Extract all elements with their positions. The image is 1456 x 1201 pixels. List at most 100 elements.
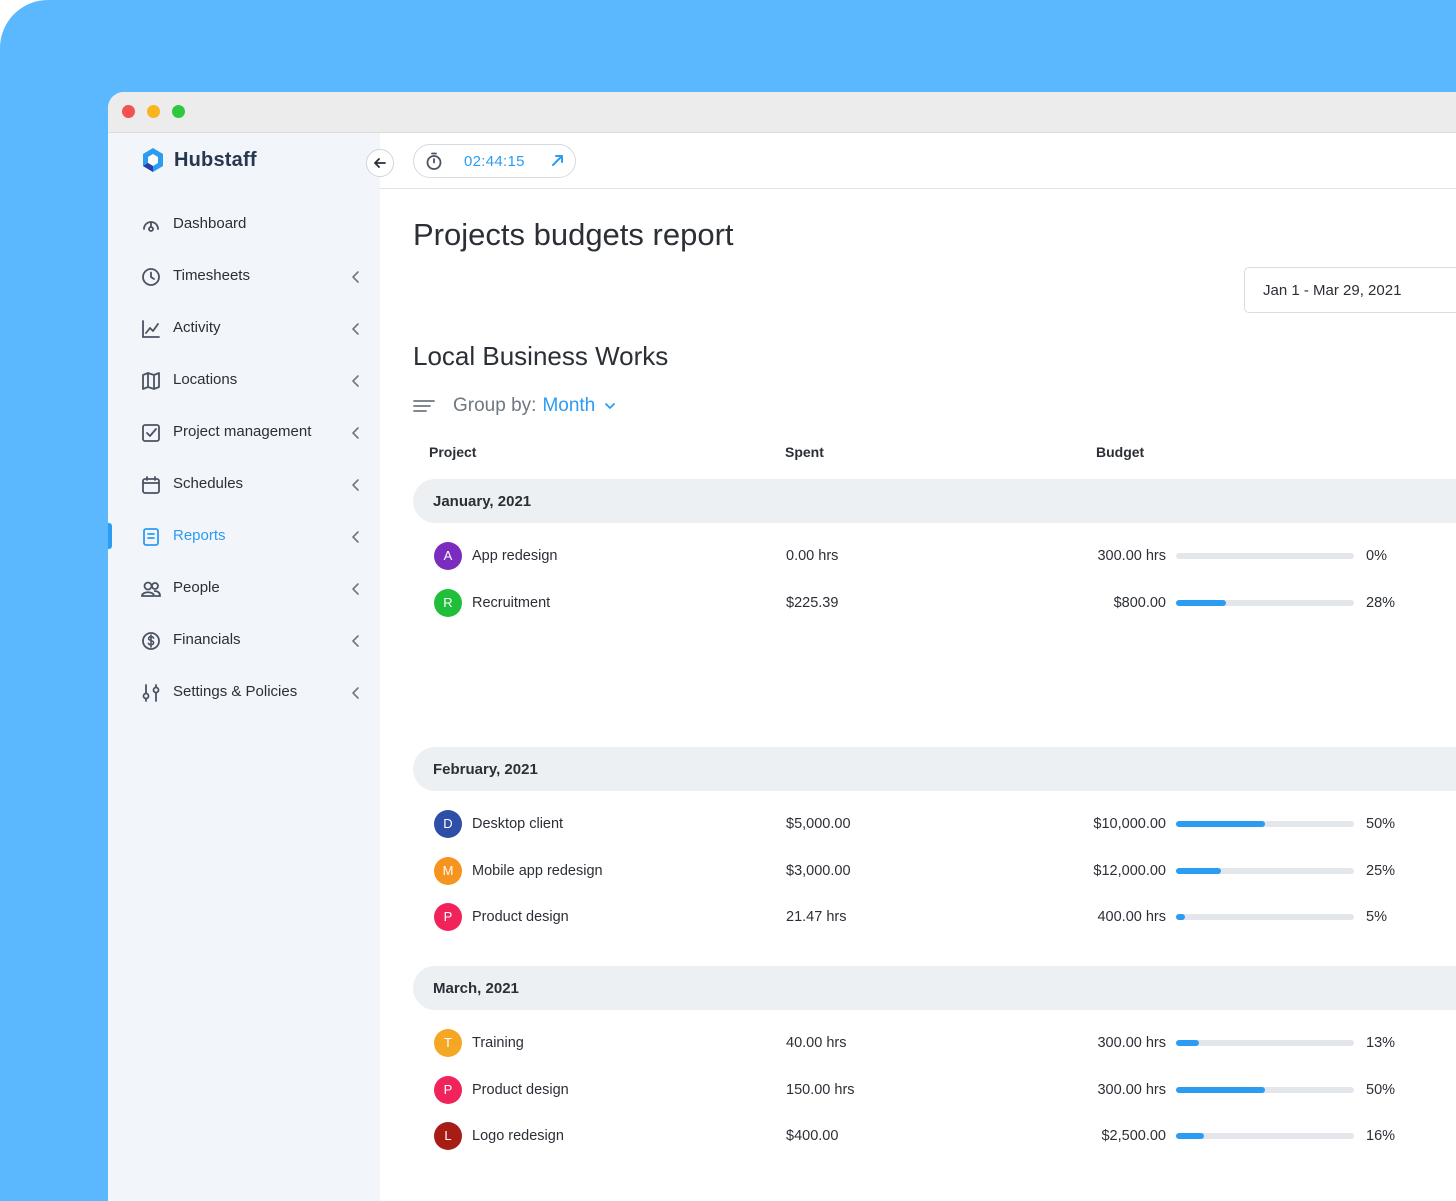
organization-name: Local Business Works — [413, 341, 669, 371]
project-avatar: M — [434, 856, 462, 885]
budget-percent: 5% — [1366, 909, 1387, 925]
sidebar-item-locations[interactable]: Locations — [108, 355, 380, 407]
hubstaff-logo-icon — [143, 148, 163, 172]
sidebar-item-dashboard[interactable]: Dashboard — [108, 199, 380, 251]
collapse-sidebar-button[interactable] — [366, 149, 394, 177]
sidebar-item-financials[interactable]: Financials — [108, 615, 380, 667]
sidebar-item-timesheets[interactable]: Timesheets — [108, 251, 380, 303]
group-label: March, 2021 — [433, 980, 519, 997]
group-by-value[interactable]: Month — [542, 395, 595, 417]
group-by-control[interactable]: Group by: Month — [413, 395, 617, 417]
sidebar-item-label: Schedules — [173, 475, 244, 492]
sidebar-item-activity[interactable]: Activity — [108, 303, 380, 355]
logo-text: Hubstaff — [174, 148, 257, 171]
map-icon — [142, 372, 160, 390]
budget-value: 300.00 hrs — [1097, 1081, 1166, 1098]
maximize-window-button[interactable] — [172, 105, 185, 118]
chevron-left-icon — [352, 375, 359, 387]
project-name[interactable]: Recruitment — [472, 595, 550, 611]
sidebar-nav: Dashboard Timesheets Activity Locations Proj… — [108, 199, 380, 719]
close-window-button[interactable] — [122, 105, 135, 118]
date-range-picker[interactable]: Jan 1 - Mar 29, 2021 — [1244, 267, 1456, 313]
budget-progress-bar — [1176, 914, 1354, 920]
project-name[interactable]: Product design — [472, 909, 569, 925]
spent-value: $225.39 — [786, 594, 839, 611]
project-avatar: D — [434, 810, 462, 838]
app-window: Hubstaff Dashboard Timesheets Activity Loca… — [108, 92, 1456, 1201]
sliders-icon — [142, 684, 160, 702]
group-header: March, 2021 — [413, 966, 1456, 1010]
sidebar-item-people[interactable]: People — [108, 563, 380, 615]
people-icon — [141, 581, 161, 597]
budget-progress-fill — [1176, 599, 1226, 606]
table-row[interactable]: P Product design 150.00 hrs 300.00 hrs 50% — [380, 1075, 1456, 1106]
group-header: January, 2021 — [413, 479, 1456, 523]
arrow-up-right-icon[interactable] — [550, 152, 566, 168]
group-by-label: Group by: — [453, 395, 537, 416]
calendar-icon — [142, 476, 160, 494]
chevron-left-icon — [352, 427, 359, 439]
sidebar-item-label: Financials — [173, 631, 241, 648]
budget-progress-fill — [1176, 867, 1221, 874]
sidebar-item-settings-policies[interactable]: Settings & Policies — [108, 667, 380, 719]
project-avatar: L — [434, 1122, 462, 1150]
spent-value: 40.00 hrs — [786, 1035, 847, 1051]
arrow-left-icon — [374, 158, 386, 168]
sidebar-item-label: Dashboard — [173, 215, 247, 232]
sidebar-item-reports[interactable]: Reports — [108, 511, 380, 563]
chevron-left-icon — [352, 531, 359, 543]
logo[interactable]: Hubstaff — [140, 147, 257, 173]
lines-icon — [413, 400, 435, 412]
project-avatar: R — [434, 588, 462, 617]
chevron-left-icon — [352, 687, 359, 699]
sidebar-item-label: Locations — [173, 371, 238, 388]
budget-value: 300.00 hrs — [1097, 1035, 1166, 1051]
project-name[interactable]: Mobile app redesign — [472, 863, 603, 879]
budget-progress-fill — [1176, 1133, 1205, 1139]
budget-progress-bar — [1176, 1040, 1354, 1046]
budget-progress-fill — [1176, 1040, 1200, 1046]
budget-progress-fill — [1176, 1086, 1265, 1093]
budget-progress-bar — [1176, 821, 1354, 827]
project-name[interactable]: Desktop client — [472, 816, 563, 832]
table-row[interactable]: T Training 40.00 hrs 300.00 hrs 13% — [380, 1029, 1456, 1059]
stopwatch-icon — [426, 152, 442, 170]
chevron-left-icon — [352, 583, 359, 595]
budget-percent: 16% — [1366, 1128, 1396, 1144]
table-row[interactable]: D Desktop client $5,000.00 $10,000.00 50% — [380, 810, 1456, 840]
project-name[interactable]: Logo redesign — [472, 1128, 564, 1144]
budget-progress-fill — [1176, 914, 1185, 920]
timer-widget[interactable]: 02:44:15 — [413, 144, 576, 178]
sidebar-item-schedules[interactable]: Schedules — [108, 459, 380, 511]
project-avatar: P — [434, 1075, 462, 1104]
budget-value: $12,000.00 — [1093, 862, 1166, 879]
budget-progress-bar — [1176, 1086, 1354, 1093]
project-avatar: T — [434, 1029, 462, 1057]
project-avatar: A — [434, 542, 462, 570]
column-header-budget: Budget — [1096, 444, 1145, 460]
table-row[interactable]: L Logo redesign $400.00 $2,500.00 16% — [380, 1122, 1456, 1152]
sidebar-item-label: People — [173, 579, 220, 596]
report-icon — [143, 528, 159, 546]
sidebar-item-label: Reports — [173, 527, 226, 544]
budget-percent: 50% — [1366, 1081, 1396, 1098]
budget-progress-bar — [1176, 599, 1354, 606]
group-label: February, 2021 — [433, 761, 538, 778]
chevron-left-icon — [352, 479, 359, 491]
sidebar: Hubstaff Dashboard Timesheets Activity Loca… — [108, 133, 394, 1201]
table-row[interactable]: A App redesign 0.00 hrs 300.00 hrs 0% — [380, 542, 1456, 572]
budget-percent: 50% — [1366, 816, 1396, 832]
table-row[interactable]: P Product design 21.47 hrs 400.00 hrs 5% — [380, 903, 1456, 933]
minimize-window-button[interactable] — [147, 105, 160, 118]
spent-value: 0.00 hrs — [786, 548, 839, 564]
project-name[interactable]: Training — [472, 1035, 524, 1051]
sidebar-item-project-management[interactable]: Project management — [108, 407, 380, 459]
sidebar-item-label: Activity — [173, 319, 221, 336]
table-row[interactable]: R Recruitment $225.39 $800.00 28% — [380, 588, 1456, 619]
project-name[interactable]: Product design — [472, 1082, 569, 1098]
budget-percent: 28% — [1366, 594, 1396, 611]
table-row[interactable]: M Mobile app redesign $3,000.00 $12,000.00 2… — [380, 856, 1456, 887]
window-titlebar — [108, 92, 1456, 133]
project-name[interactable]: App redesign — [472, 548, 557, 564]
checkbox-icon — [142, 424, 160, 442]
